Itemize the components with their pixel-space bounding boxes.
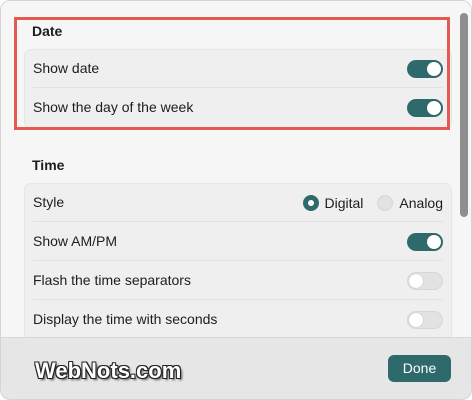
style-row: Style Digital Analog	[25, 184, 451, 222]
style-option-analog[interactable]: Analog	[377, 195, 443, 211]
style-option-digital[interactable]: Digital	[302, 195, 364, 211]
toggle-knob	[427, 62, 441, 76]
watermark-logo: WebNots.com	[35, 358, 182, 383]
show-date-row: Show date	[25, 50, 451, 88]
display-seconds-label: Display the time with seconds	[33, 311, 218, 327]
dialog-content: Date Show date Show the day of the week …	[1, 1, 471, 345]
done-button[interactable]: Done	[388, 355, 451, 382]
time-section-title: Time	[32, 157, 65, 173]
time-settings-group: Style Digital Analog Show AM/PM Flash th…	[24, 183, 452, 345]
digital-label: Digital	[324, 195, 364, 211]
radio-unselected-icon	[377, 195, 394, 211]
show-am-pm-row: Show AM/PM	[25, 223, 451, 261]
date-section-title: Date	[32, 23, 63, 39]
show-day-of-week-label: Show the day of the week	[33, 99, 194, 115]
show-date-toggle[interactable]	[407, 60, 443, 78]
toggle-knob	[409, 313, 423, 327]
show-day-of-week-row: Show the day of the week	[25, 89, 451, 127]
row-divider	[33, 87, 443, 88]
clock-options-dialog: Date Show date Show the day of the week …	[0, 0, 472, 400]
flash-separators-row: Flash the time separators	[25, 262, 451, 300]
row-divider	[33, 299, 443, 300]
radio-selected-icon	[302, 195, 319, 211]
show-day-of-week-toggle[interactable]	[407, 99, 443, 117]
show-date-label: Show date	[33, 60, 100, 76]
scrollbar-thumb[interactable]	[460, 13, 468, 217]
style-radio-group: Digital Analog	[289, 193, 443, 213]
analog-label: Analog	[399, 195, 443, 211]
toggle-knob	[427, 235, 441, 249]
toggle-knob	[427, 101, 441, 115]
show-am-pm-label: Show AM/PM	[33, 233, 118, 249]
flash-separators-toggle[interactable]	[407, 272, 443, 290]
display-seconds-toggle[interactable]	[407, 311, 443, 329]
row-divider	[33, 221, 443, 222]
toggle-knob	[409, 274, 423, 288]
dialog-footer: WebNots.com Done	[1, 337, 471, 399]
vertical-scrollbar[interactable]	[460, 13, 468, 323]
row-divider	[33, 260, 443, 261]
display-seconds-row: Display the time with seconds	[25, 301, 451, 339]
flash-separators-label: Flash the time separators	[33, 272, 191, 288]
show-am-pm-toggle[interactable]	[407, 233, 443, 251]
date-settings-group: Show date Show the day of the week	[24, 49, 452, 129]
style-label: Style	[33, 194, 65, 210]
